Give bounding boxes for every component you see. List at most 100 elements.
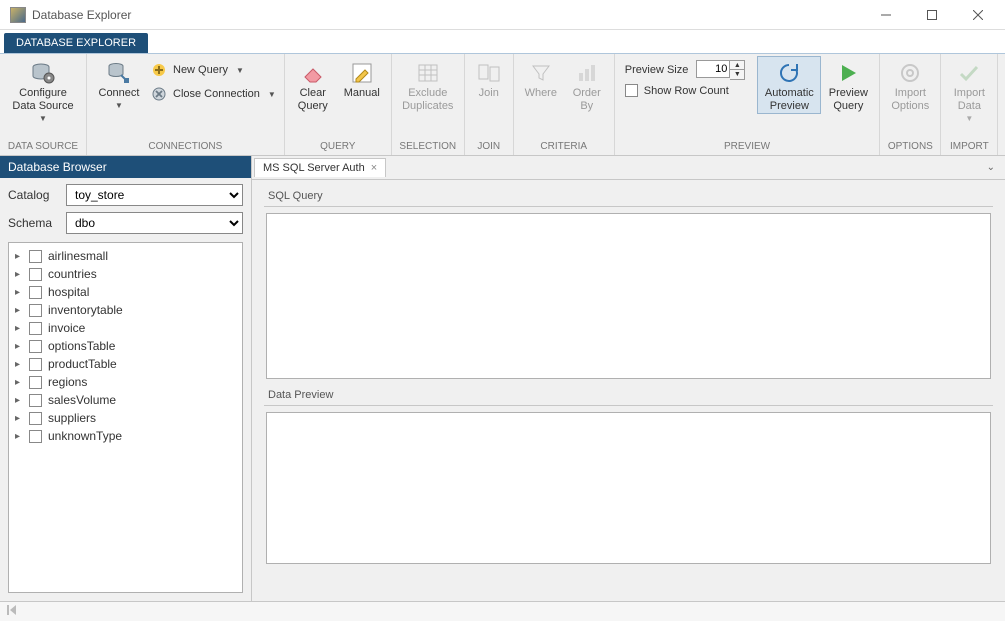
schema-select[interactable]: dbo [66,212,243,234]
ribbon: Configure Data Source ▼ DATA SOURCE Conn… [0,54,1005,156]
expand-arrow-icon[interactable]: ▸ [15,287,27,298]
sql-query-label: SQL Query [268,190,1005,202]
titlebar: Database Explorer [0,0,1005,30]
sort-bars-icon [575,61,599,85]
filter-icon [529,61,553,85]
expand-arrow-icon[interactable]: ▸ [15,305,27,316]
order-by-button: Order By [564,56,610,114]
close-button[interactable] [955,0,1001,30]
sql-query-box[interactable] [266,213,991,379]
table-checkbox[interactable] [29,268,42,281]
table-tree[interactable]: ▸airlinesmall▸countries▸hospital▸invento… [8,242,243,593]
chevron-down-icon: ▼ [236,66,244,75]
document-panel: MS SQL Server Auth × ⌄ SQL Query Data Pr… [252,156,1005,601]
expand-arrow-icon[interactable]: ▸ [15,431,27,442]
table-checkbox[interactable] [29,394,42,407]
import-options-button: Import Options [884,56,936,114]
tree-item-hospital[interactable]: ▸hospital [9,283,242,301]
table-checkbox[interactable] [29,430,42,443]
expand-arrow-icon[interactable]: ▸ [15,359,27,370]
main-area: Database Browser Catalog toy_store Schem… [0,156,1005,601]
clear-query-button[interactable]: Clear Query [289,56,337,114]
table-checkbox[interactable] [29,358,42,371]
expand-arrow-icon[interactable]: ▸ [15,341,27,352]
tree-item-unknownType[interactable]: ▸ unknownType [9,427,242,445]
catalog-select[interactable]: toy_store [66,184,243,206]
doc-tab-sqlserver[interactable]: MS SQL Server Auth × [254,158,386,177]
play-icon [836,61,860,85]
tree-item-airlinesmall[interactable]: ▸airlinesmall [9,247,242,265]
preview-size-input[interactable] [696,60,730,78]
window-title: Database Explorer [32,8,863,22]
preview-query-button[interactable]: Preview Query [821,56,875,114]
group-import: Import Data ▼ IMPORT [941,54,998,155]
configure-data-source-button[interactable]: Configure Data Source ▼ [4,56,82,124]
close-connection-icon [151,86,167,102]
close-connection-button[interactable]: Close Connection ▼ [147,84,280,104]
tree-item-regions[interactable]: ▸ regions [9,373,242,391]
group-connections: Connect ▼ New Query ▼ Close Connection ▼… [87,54,285,155]
table-name: inventorytable [48,303,123,317]
group-preview: Preview Size ▲▼ Show Row Count Automatic… [615,54,881,155]
join-icon [477,61,501,85]
table-checkbox[interactable] [29,340,42,353]
schema-label: Schema [8,216,66,230]
refresh-icon [777,61,801,85]
expand-arrow-icon[interactable]: ▸ [15,395,27,406]
table-name: regions [48,375,87,389]
tree-item-optionsTable[interactable]: ▸ optionsTable [9,337,242,355]
tab-menu-button[interactable]: ⌄ [983,160,999,175]
expand-arrow-icon[interactable]: ▸ [15,323,27,334]
table-name: unknownType [48,429,122,443]
database-gear-icon [31,61,55,85]
close-tab-icon[interactable]: × [371,162,377,174]
table-checkbox[interactable] [29,286,42,299]
table-checkbox[interactable] [29,376,42,389]
expand-arrow-icon[interactable]: ▸ [15,269,27,280]
data-preview-box [266,412,991,564]
chevron-down-icon: ▼ [268,90,276,99]
toolstrip-tabs: DATABASE EXPLORER [0,30,1005,54]
connect-button[interactable]: Connect ▼ [91,56,147,111]
back-icon[interactable] [6,604,18,619]
manual-button[interactable]: Manual [337,56,387,101]
expand-arrow-icon[interactable]: ▸ [15,377,27,388]
table-checkbox[interactable] [29,250,42,263]
data-preview-label: Data Preview [268,389,1005,401]
gear-icon [898,61,922,85]
divider [264,405,993,406]
tab-database-explorer[interactable]: DATABASE EXPLORER [4,33,148,53]
check-icon [957,61,981,85]
group-data-source: Configure Data Source ▼ DATA SOURCE [0,54,87,155]
automatic-preview-button[interactable]: Automatic Preview [757,56,821,114]
show-row-count-checkbox[interactable] [625,84,638,97]
eraser-icon [301,61,325,85]
tree-item-invoice[interactable]: ▸invoice [9,319,242,337]
status-bar [0,601,1005,621]
tree-item-inventorytable[interactable]: ▸ inventorytable [9,301,242,319]
expand-arrow-icon[interactable]: ▸ [15,251,27,262]
minimize-button[interactable] [863,0,909,30]
table-icon [416,61,440,85]
tree-item-productTable[interactable]: ▸ productTable [9,355,242,373]
preview-size-spinner[interactable]: ▲▼ [730,60,745,80]
document-tabs: MS SQL Server Auth × ⌄ [252,156,1005,180]
exclude-duplicates-button: Exclude Duplicates [396,56,460,114]
maximize-button[interactable] [909,0,955,30]
show-row-count-label: Show Row Count [644,85,729,97]
group-options: Import Options OPTIONS [880,54,941,155]
tree-item-suppliers[interactable]: ▸suppliers [9,409,242,427]
group-criteria: Where Order By CRITERIA [514,54,615,155]
chevron-down-icon: ▼ [39,114,47,123]
tree-item-salesVolume[interactable]: ▸salesVolume [9,391,242,409]
table-checkbox[interactable] [29,412,42,425]
group-join: Join JOIN [465,54,514,155]
new-query-button[interactable]: New Query ▼ [147,60,280,80]
app-icon [10,7,26,23]
table-name: productTable [48,357,117,371]
table-checkbox[interactable] [29,304,42,317]
table-name: optionsTable [48,339,115,353]
expand-arrow-icon[interactable]: ▸ [15,413,27,424]
table-checkbox[interactable] [29,322,42,335]
tree-item-countries[interactable]: ▸countries [9,265,242,283]
